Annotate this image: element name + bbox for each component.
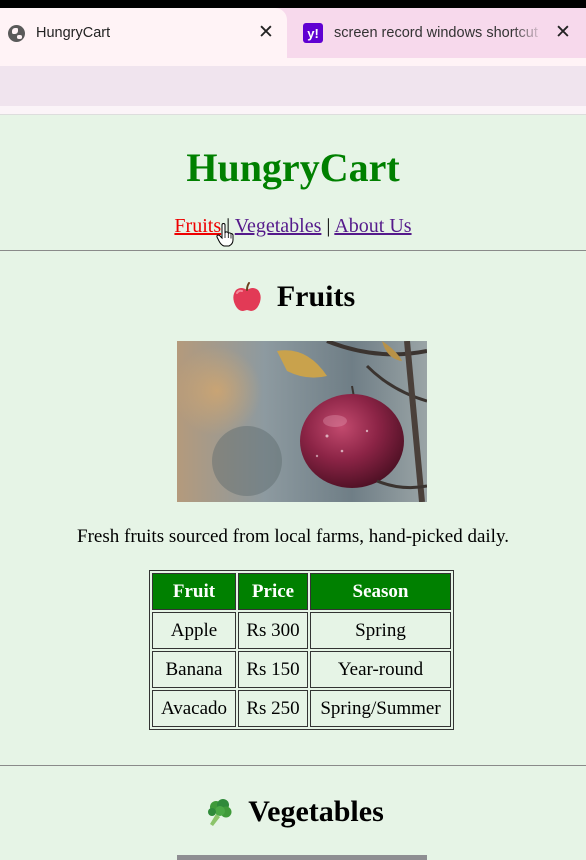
main-nav: Fruits | Vegetables | About Us [0, 215, 586, 238]
table-cell: Rs 300 [238, 612, 308, 649]
toolbar-divider [0, 106, 586, 115]
close-tab-icon[interactable]: ✕ [258, 22, 274, 42]
table-cell: Rs 150 [238, 651, 308, 688]
hand-pointer-icon [216, 223, 234, 247]
table-cell: Apple [152, 612, 236, 649]
table-cell: Spring [310, 612, 451, 649]
tab-title: HungryCart [36, 25, 111, 41]
fruits-table: Fruit Price Season Apple Rs 300 Spring B… [149, 570, 454, 730]
apple-photo [177, 341, 427, 502]
fruits-description: Fresh fruits sourced from local farms, h… [77, 526, 509, 547]
tab-hungrycart[interactable]: HungryCart ✕ [0, 8, 287, 58]
table-row: Apple Rs 300 Spring [152, 612, 451, 649]
globe-icon [8, 24, 25, 42]
toolbar [0, 58, 586, 66]
nav-separator: | [326, 215, 331, 237]
close-tab-icon[interactable]: ✕ [555, 22, 571, 42]
window-top-edge [0, 0, 586, 8]
section-divider [0, 765, 586, 766]
table-row: Banana Rs 150 Year-round [152, 651, 451, 688]
nav-link-vegetables[interactable]: Vegetables [235, 215, 322, 237]
broccoli-icon [208, 799, 232, 826]
table-cell: Year-round [310, 651, 451, 688]
column-header: Fruit [152, 573, 236, 610]
vegetables-heading: Vegetables [0, 795, 586, 829]
tab-search[interactable]: y! screen record windows shortcut ✕ [297, 8, 586, 58]
table-header-row: Fruit Price Season [152, 573, 451, 610]
column-header: Price [238, 573, 308, 610]
fruits-heading-text: Fruits [276, 280, 356, 313]
table-row: Avacado Rs 250 Spring/Summer [152, 690, 451, 727]
fruits-heading: Fruits [0, 280, 586, 314]
address-bar[interactable] [0, 66, 586, 106]
table-cell: Avacado [152, 690, 236, 727]
tab-title: screen record windows shortcut [334, 25, 538, 41]
table-cell: Rs 250 [238, 690, 308, 727]
column-header: Season [310, 573, 451, 610]
table-cell: Banana [152, 651, 236, 688]
tab-strip: HungryCart ✕ y! screen record windows sh… [0, 8, 586, 58]
nav-link-about-us[interactable]: About Us [334, 215, 411, 237]
vegetables-photo [177, 855, 427, 860]
section-divider [0, 250, 586, 251]
apple-icon [233, 282, 261, 311]
page-content: HungryCart Fruits | Vegetables | About U… [0, 116, 586, 860]
vegetables-heading-text: Vegetables [248, 795, 384, 828]
site-title: HungryCart [186, 145, 400, 190]
yahoo-icon: y! [303, 23, 323, 43]
table-cell: Spring/Summer [310, 690, 451, 727]
nav-link-fruits[interactable]: Fruits [174, 215, 221, 237]
